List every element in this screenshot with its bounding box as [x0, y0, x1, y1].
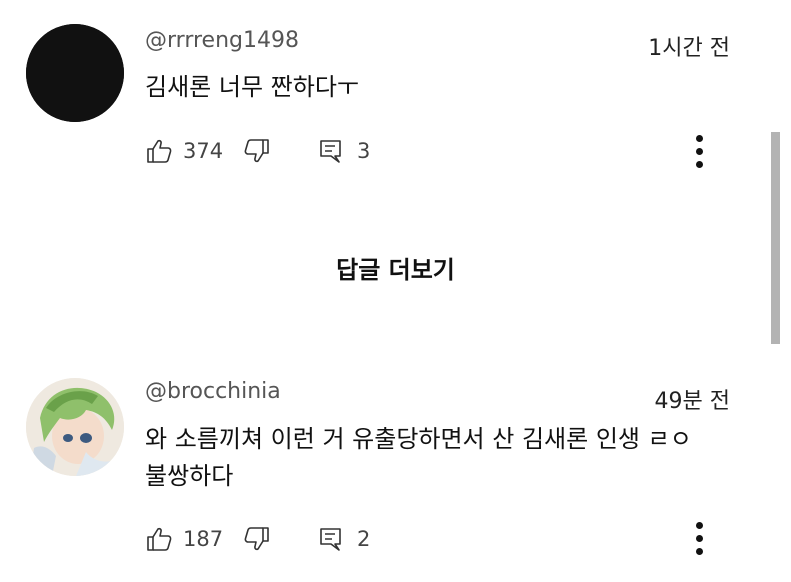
comment-author[interactable]: @rrrreng1498 [145, 28, 299, 53]
reply-count[interactable]: 3 [357, 139, 370, 163]
comment-item: @brocchinia 49분 전 와 소름끼쳐 이런 거 유출당하면서 산 김… [0, 360, 791, 582]
thumbs-down-icon[interactable] [243, 525, 271, 553]
comment-author[interactable]: @brocchinia [145, 379, 281, 404]
reply-icon[interactable] [317, 137, 345, 165]
thumbs-down-icon[interactable] [243, 137, 271, 165]
comment-text: 김새론 너무 짠하다ㅜ [145, 73, 359, 101]
more-vertical-icon[interactable] [690, 522, 710, 556]
comment-actions: 187 2 [145, 524, 370, 554]
comment-time: 1시간 전 [648, 36, 730, 61]
comment-actions: 374 3 [145, 136, 370, 166]
comment-time: 49분 전 [654, 389, 730, 414]
more-replies-button[interactable]: 답글 더보기 [0, 250, 791, 285]
scrollbar[interactable] [771, 132, 780, 344]
like-count: 187 [183, 527, 224, 551]
reply-count[interactable]: 2 [357, 527, 370, 551]
thumbs-up-icon[interactable] [145, 525, 173, 553]
comment-text: 와 소름끼쳐 이런 거 유출당하면서 산 김새론 인생 ㄹㅇ 불쌍하다 [145, 425, 692, 490]
thumbs-up-icon[interactable] [145, 137, 173, 165]
more-vertical-icon[interactable] [690, 135, 710, 169]
comment-item: @rrrreng1498 1시간 전 김새론 너무 짠하다ㅜ 374 3 [0, 0, 791, 200]
avatar[interactable] [26, 24, 124, 122]
avatar[interactable] [26, 378, 124, 476]
comments-page: @rrrreng1498 1시간 전 김새론 너무 짠하다ㅜ 374 3 답글 … [0, 0, 791, 582]
like-count: 374 [183, 139, 224, 163]
reply-icon[interactable] [317, 525, 345, 553]
